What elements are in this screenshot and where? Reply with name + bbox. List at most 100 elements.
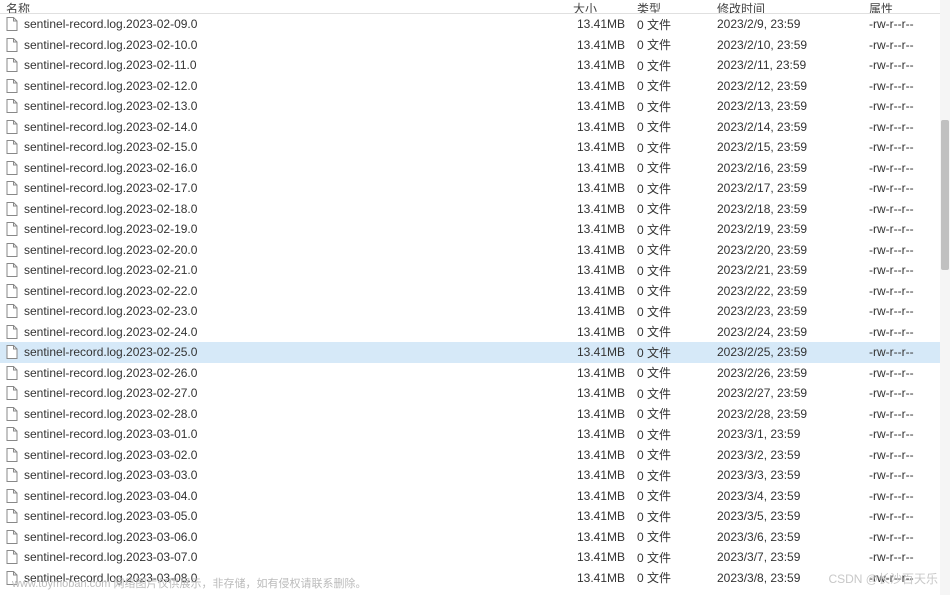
table-row[interactable]: sentinel-record.log.2023-03-04.013.41MB0… [0,486,950,507]
file-type: 0 文件 [635,549,715,566]
file-name-cell: sentinel-record.log.2023-03-05.0 [0,508,573,524]
vertical-scrollbar[interactable] [940,0,950,595]
file-name-cell: sentinel-record.log.2023-02-23.0 [0,303,573,319]
file-icon [4,37,20,53]
column-type[interactable]: 类型 [635,0,715,13]
file-mtime: 2023/2/23, 23:59 [715,304,867,318]
file-size: 13.41MB [573,79,635,93]
file-size: 13.41MB [573,17,635,31]
table-row[interactable]: sentinel-record.log.2023-02-18.013.41MB0… [0,199,950,220]
table-row[interactable]: sentinel-record.log.2023-02-09.0 13.41MB0… [0,14,950,35]
table-row[interactable]: sentinel-record.log.2023-03-02.013.41MB0… [0,445,950,466]
table-row[interactable]: sentinel-record.log.2023-03-01.013.41MB0… [0,424,950,445]
file-type: 0 文件 [635,180,715,197]
file-mtime: 2023/2/11, 23:59 [715,58,867,72]
file-icon [4,324,20,340]
table-row[interactable]: sentinel-record.log.2023-02-19.013.41MB0… [0,219,950,240]
file-mtime: 2023/2/27, 23:59 [715,386,867,400]
table-row[interactable]: sentinel-record.log.2023-02-24.013.41MB0… [0,322,950,343]
scrollbar-thumb[interactable] [941,120,949,270]
file-type: 0 文件 [635,77,715,94]
column-mtime[interactable]: 修改时间 [715,0,867,13]
file-icon [4,180,20,196]
file-size: 13.41MB [573,407,635,421]
file-attr: -rw-r--r-- [867,99,947,113]
file-type: 0 文件 [635,16,715,33]
file-icon [4,221,20,237]
table-row[interactable]: sentinel-record.log.2023-03-08.013.41MB0… [0,568,950,589]
table-row[interactable]: sentinel-record.log.2023-02-23.013.41MB0… [0,301,950,322]
table-row[interactable]: sentinel-record.log.2023-03-05.013.41MB0… [0,506,950,527]
file-mtime: 2023/3/4, 23:59 [715,489,867,503]
file-icon [4,406,20,422]
file-mtime: 2023/2/28, 23:59 [715,407,867,421]
file-mtime: 2023/3/3, 23:59 [715,468,867,482]
file-size: 13.41MB [573,263,635,277]
file-attr: -rw-r--r-- [867,17,947,31]
file-type: 0 文件 [635,344,715,361]
file-icon [4,37,20,53]
file-size: 13.41MB [573,550,635,564]
table-row[interactable]: sentinel-record.log.2023-02-12.013.41MB0… [0,76,950,97]
file-icon [4,467,20,483]
table-row[interactable]: sentinel-record.log.2023-03-07.013.41MB0… [0,547,950,568]
table-row[interactable]: sentinel-record.log.2023-02-20.013.41MB0… [0,240,950,261]
file-name: sentinel-record.log.2023-02-09.0 [24,17,197,31]
file-type: 0 文件 [635,262,715,279]
table-row[interactable]: sentinel-record.log.2023-02-11.013.41MB0… [0,55,950,76]
file-name: sentinel-record.log.2023-02-15.0 [24,140,197,154]
file-icon [4,426,20,442]
table-row[interactable]: sentinel-record.log.2023-02-16.013.41MB0… [0,158,950,179]
table-row[interactable]: sentinel-record.log.2023-03-06.013.41MB0… [0,527,950,548]
file-type: 0 文件 [635,159,715,176]
table-row[interactable]: sentinel-record.log.2023-02-13.013.41MB0… [0,96,950,117]
file-type: 0 文件 [635,528,715,545]
table-row[interactable]: sentinel-record.log.2023-02-28.013.41MB0… [0,404,950,425]
file-size: 13.41MB [573,38,635,52]
file-type: 0 文件 [635,221,715,238]
file-size: 13.41MB [573,284,635,298]
file-type: 0 文件 [635,241,715,258]
file-icon [4,508,20,524]
file-size: 13.41MB [573,181,635,195]
column-size[interactable]: 大小 [573,0,635,13]
file-mtime: 2023/3/7, 23:59 [715,550,867,564]
file-size: 13.41MB [573,468,635,482]
file-attr: -rw-r--r-- [867,325,947,339]
column-header-row: 名称 大小 类型 修改时间 属性 [0,0,950,14]
table-row[interactable]: sentinel-record.log.2023-02-25.013.41MB0… [0,342,950,363]
table-row[interactable]: sentinel-record.log.2023-02-10.013.41MB0… [0,35,950,56]
table-row[interactable]: sentinel-record.log.2023-02-27.013.41MB0… [0,383,950,404]
file-mtime: 2023/3/6, 23:59 [715,530,867,544]
column-attr[interactable]: 属性 [867,0,947,13]
file-attr: -rw-r--r-- [867,140,947,154]
file-icon [4,406,20,422]
file-attr: -rw-r--r-- [867,366,947,380]
file-icon [4,365,20,381]
file-name: sentinel-record.log.2023-03-06.0 [24,530,197,544]
file-size: 13.41MB [573,427,635,441]
file-attr: -rw-r--r-- [867,58,947,72]
table-row[interactable]: sentinel-record.log.2023-02-17.013.41MB0… [0,178,950,199]
file-size: 13.41MB [573,366,635,380]
file-icon [4,16,20,32]
file-name: sentinel-record.log.2023-02-22.0 [24,284,197,298]
file-size: 13.41MB [573,325,635,339]
table-row[interactable]: sentinel-record.log.2023-02-14.013.41MB0… [0,117,950,138]
table-row[interactable]: sentinel-record.log.2023-02-22.013.41MB0… [0,281,950,302]
table-row[interactable]: sentinel-record.log.2023-02-26.013.41MB0… [0,363,950,384]
file-size: 13.41MB [573,161,635,175]
file-name-cell: sentinel-record.log.2023-02-16.0 [0,160,573,176]
table-row[interactable]: sentinel-record.log.2023-03-03.013.41MB0… [0,465,950,486]
file-icon [4,119,20,135]
table-row[interactable]: sentinel-record.log.2023-02-21.013.41MB0… [0,260,950,281]
file-attr: -rw-r--r-- [867,284,947,298]
table-row[interactable]: sentinel-record.log.2023-02-15.013.41MB0… [0,137,950,158]
file-name-cell: sentinel-record.log.2023-02-20.0 [0,242,573,258]
file-name-cell: sentinel-record.log.2023-02-24.0 [0,324,573,340]
file-attr: -rw-r--r-- [867,530,947,544]
file-mtime: 2023/2/13, 23:59 [715,99,867,113]
file-icon [4,508,20,524]
file-name-cell: sentinel-record.log.2023-02-14.0 [0,119,573,135]
column-name[interactable]: 名称 [0,0,573,13]
